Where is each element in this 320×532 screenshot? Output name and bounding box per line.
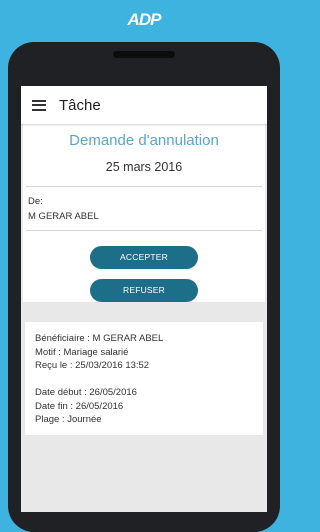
detail-end-date: Date fin : 26/05/2016	[35, 400, 124, 412]
detail-received: Reçu le : 25/03/2016 13:52	[35, 360, 150, 371]
adp-logo: ADP	[127, 10, 162, 29]
detail-range: Plage : Journée	[35, 414, 102, 425]
page-title: Tâche	[59, 96, 101, 114]
detail-reason: Motif : Mariage salarié	[35, 346, 129, 358]
request-date: 25 mars 2016	[105, 160, 183, 174]
sender-name: M GERAR ABEL	[28, 211, 99, 222]
request-details: Bénéficiaire : M GERAR ABEL Motif : Mari…	[25, 322, 263, 435]
sender-label: De:	[28, 196, 43, 207]
app-screen: Tâche Demande d'annulation 25 mars 2016 …	[21, 86, 267, 512]
detail-start-date: Date début : 26/05/2016	[35, 387, 137, 398]
hamburger-menu-icon[interactable]	[32, 99, 46, 111]
app-bar: Tâche	[21, 86, 267, 124]
request-card: Demande d'annulation 25 mars 2016 De: M …	[23, 124, 265, 314]
sender-block: De: M GERAR ABEL	[23, 187, 265, 230]
accept-button[interactable]: ACCEPTER	[90, 246, 198, 269]
reject-button[interactable]: REFUSER	[90, 279, 198, 302]
phone-speaker	[113, 51, 175, 58]
detail-beneficiary: Bénéficiaire : M GERAR ABEL	[35, 333, 164, 344]
request-title: Demande d'annulation	[69, 132, 219, 149]
